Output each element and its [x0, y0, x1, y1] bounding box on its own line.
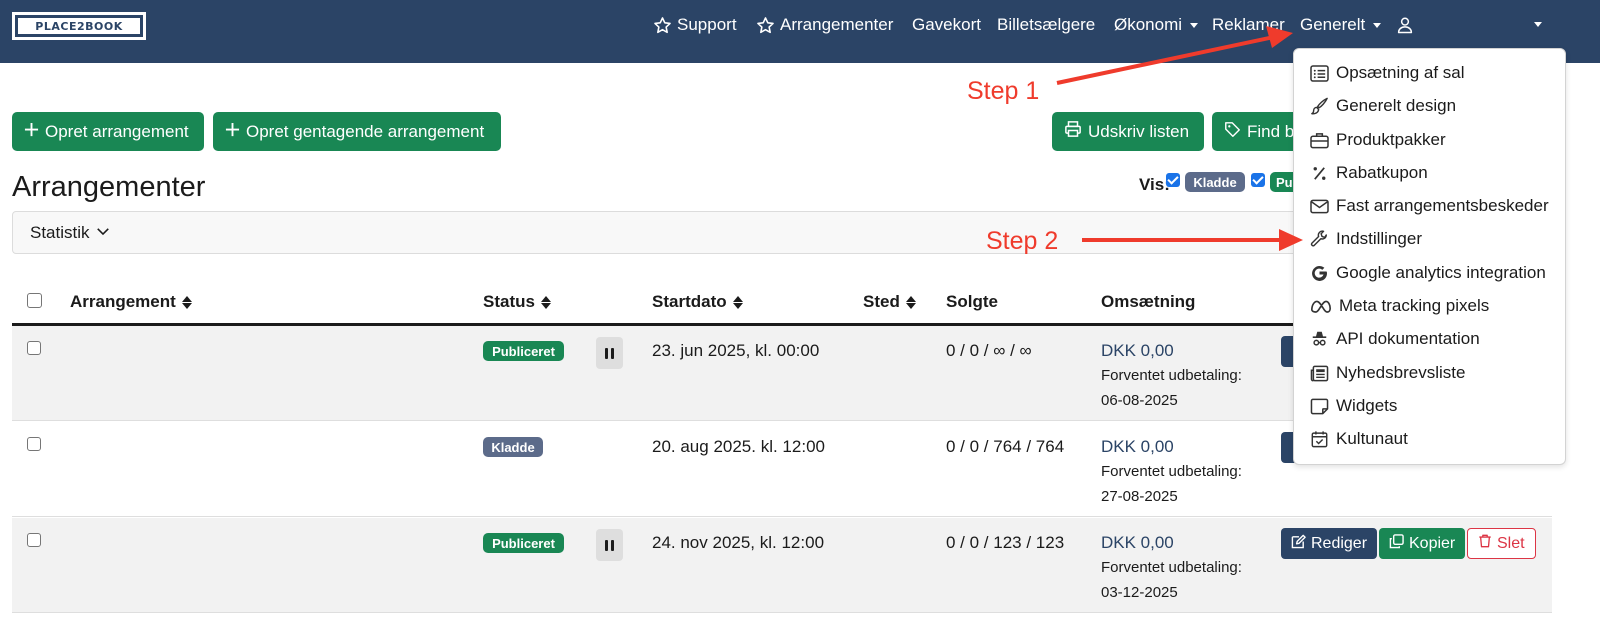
step2-arrow: [1082, 229, 1303, 251]
step1-arrow: [1056, 26, 1293, 85]
annotation-arrows: [1056, 26, 1303, 251]
step1-annotation: Step 1: [967, 77, 1040, 105]
step2-annotation: Step 2: [986, 227, 1059, 255]
